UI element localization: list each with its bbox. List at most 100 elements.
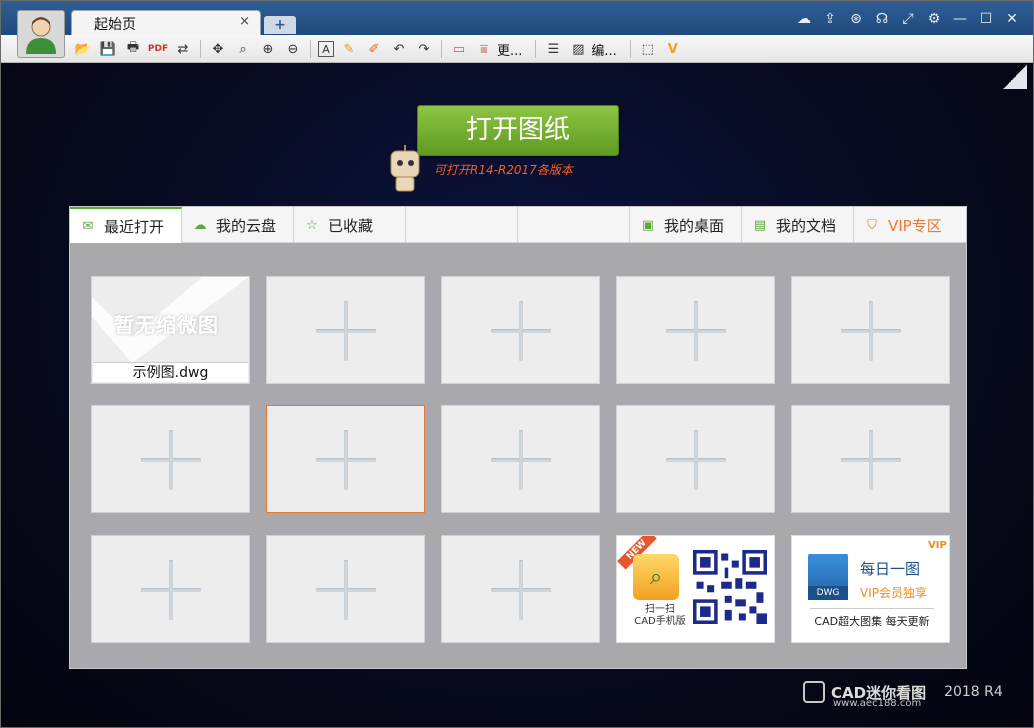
tab-label: 最近打开 xyxy=(104,217,165,236)
plus-icon xyxy=(344,301,348,361)
mascot-icon xyxy=(390,145,420,192)
vip-icon[interactable]: V xyxy=(663,39,683,59)
file-name-label: 示例图.dwg xyxy=(93,362,248,382)
cloud-icon[interactable]: ☁ xyxy=(795,10,813,28)
share-icon[interactable]: ⇪ xyxy=(821,10,839,28)
print-icon[interactable]: 🖶 xyxy=(123,39,143,59)
close-icon[interactable]: ✕ xyxy=(1003,10,1021,28)
plus-icon xyxy=(694,301,698,361)
document-icon: ▤ xyxy=(753,217,767,233)
toolbar: 📂 💾 🖶 PDF ⇄ ✥ ⌕ ⊕ ⊖ A ✎ ✐ ↶ ↷ ▭ ⩸ 更... ☰… xyxy=(1,35,1033,63)
text-icon[interactable]: A xyxy=(318,41,334,57)
empty-slot[interactable] xyxy=(91,535,250,643)
empty-slot[interactable] xyxy=(616,276,775,384)
export-icon[interactable]: ⇄ xyxy=(173,39,193,59)
save-icon[interactable]: 💾 xyxy=(98,39,118,59)
tab-recent[interactable]: ✉ 最近打开 xyxy=(70,207,182,243)
daily-title: 每日一图 xyxy=(860,560,921,578)
mobile-app-ad[interactable]: NEW ⌕ 扫一扫 CAD手机版 xyxy=(616,535,775,643)
settings-icon[interactable]: ⚙ xyxy=(925,10,943,28)
more-tools-button[interactable]: 更... xyxy=(497,40,522,59)
highlight-icon[interactable]: ✐ xyxy=(364,39,384,59)
no-thumbnail-text: 暂无缩微图 xyxy=(114,313,219,337)
empty-slot[interactable] xyxy=(616,405,775,513)
plus-icon xyxy=(694,430,698,490)
pan-icon[interactable]: ✥ xyxy=(208,39,228,59)
star-icon: ☆ xyxy=(306,217,318,233)
recent-file-thumb[interactable]: 暂无缩微图 示例图.dwg xyxy=(91,276,250,384)
pdf-icon[interactable]: PDF xyxy=(148,39,168,59)
user-avatar-icon xyxy=(26,17,56,54)
layers-icon[interactable]: ☰ xyxy=(543,39,563,59)
open-folder-icon[interactable]: 📂 xyxy=(73,39,93,59)
zoom-out-icon[interactable]: ⊖ xyxy=(283,39,303,59)
tab-cloud[interactable]: ☁ 我的云盘 xyxy=(182,207,294,243)
plus-icon xyxy=(344,430,348,490)
select-icon[interactable]: ⬚ xyxy=(638,39,658,59)
headset-icon[interactable]: ☊ xyxy=(873,10,891,28)
desktop-icon: ▣ xyxy=(641,217,655,233)
tab-desktop[interactable]: ▣ 我的桌面 xyxy=(630,207,742,243)
tab-label: 已收藏 xyxy=(328,216,374,235)
tab-close-icon[interactable]: × xyxy=(239,14,250,29)
maximize-icon[interactable]: ☐ xyxy=(977,10,995,28)
plus-icon xyxy=(519,430,523,490)
magnifier-app-icon: ⌕ xyxy=(633,554,679,600)
edit-icon[interactable]: ▨ xyxy=(568,39,588,59)
empty-slot[interactable] xyxy=(441,405,600,513)
brand-logo-icon xyxy=(803,681,825,703)
tab-start-page[interactable]: 起始页 × xyxy=(71,10,261,35)
plus-icon xyxy=(519,560,523,620)
scan-caption: 扫一扫 CAD手机版 xyxy=(625,604,695,628)
zoom-in-icon[interactable]: ⊕ xyxy=(258,39,278,59)
link-icon[interactable]: ⊛ xyxy=(847,10,865,28)
toolbar-separator xyxy=(310,40,311,58)
corner-skin-icon[interactable] xyxy=(1003,65,1027,89)
edit-tools-button[interactable]: 编... xyxy=(591,40,616,59)
dimension-icon[interactable]: ⩸ xyxy=(474,39,494,59)
empty-slot[interactable] xyxy=(266,535,425,643)
vip-icon: ⛉ xyxy=(867,217,877,233)
open-drawing-button[interactable]: 打开图纸 xyxy=(417,105,619,156)
toolbar-separator xyxy=(629,40,631,58)
daily-drawing-ad[interactable]: DWG 每日一图 VIP VIP会员独享 CAD超大图集 每天更新 xyxy=(791,535,950,643)
empty-slot[interactable] xyxy=(441,535,600,643)
title-bar: 起始页 × + ☁ ⇪ ⊛ ☊ ⤢ ⚙ — ☐ ✕ xyxy=(1,1,1033,35)
empty-slot[interactable] xyxy=(441,276,600,384)
plus-icon xyxy=(519,301,523,361)
app-window: 起始页 × + ☁ ⇪ ⊛ ☊ ⤢ ⚙ — ☐ ✕ 📂 💾 🖶 PDF ⇄ ✥ … xyxy=(0,0,1034,728)
tab-documents[interactable]: ▤ 我的文档 xyxy=(742,207,854,243)
fullscreen-icon[interactable]: ⤢ xyxy=(899,10,917,28)
tab-label: 我的云盘 xyxy=(216,216,277,235)
scan-line-1: 扫一扫 xyxy=(645,604,675,615)
pencil-icon[interactable]: ✎ xyxy=(339,39,359,59)
tab-vip[interactable]: ⛉ VIP专区 xyxy=(854,207,966,243)
empty-slot[interactable] xyxy=(91,405,250,513)
user-avatar[interactable] xyxy=(17,10,65,58)
measure-icon[interactable]: ▭ xyxy=(449,39,469,59)
empty-slot[interactable] xyxy=(791,405,950,513)
new-tab-button[interactable]: + xyxy=(264,16,296,34)
empty-slot-selected[interactable] xyxy=(266,405,425,513)
qr-code-icon xyxy=(693,550,767,624)
tab-empty-1 xyxy=(406,207,518,243)
empty-slot[interactable] xyxy=(266,276,425,384)
redo-icon[interactable]: ↷ xyxy=(414,39,434,59)
undo-icon[interactable]: ↶ xyxy=(389,39,409,59)
window-controls: ☁ ⇪ ⊛ ☊ ⤢ ⚙ — ☐ ✕ xyxy=(795,10,1021,28)
tab-favorites[interactable]: ☆ 已收藏 xyxy=(294,207,406,243)
zoom-window-icon[interactable]: ⌕ xyxy=(233,39,253,59)
tab-label: 起始页 xyxy=(94,17,136,33)
toolbar-separator xyxy=(535,40,537,58)
version-note: 可打开R14-R2017各版本 xyxy=(434,163,573,177)
empty-slot[interactable] xyxy=(791,276,950,384)
tab-label: VIP专区 xyxy=(888,216,942,235)
tab-label: 我的桌面 xyxy=(664,216,725,235)
toolbar-separator xyxy=(441,40,442,58)
panel-tabs: ✉ 最近打开 ☁ 我的云盘 ☆ 已收藏 ▣ 我的桌面 ▤ 我的文档 ⛉ VIP专… xyxy=(70,207,966,243)
plus-icon xyxy=(169,430,173,490)
minimize-icon[interactable]: — xyxy=(951,10,969,28)
brand-url: www.aec188.com xyxy=(833,698,922,709)
plus-icon xyxy=(869,301,873,361)
plus-icon xyxy=(869,430,873,490)
